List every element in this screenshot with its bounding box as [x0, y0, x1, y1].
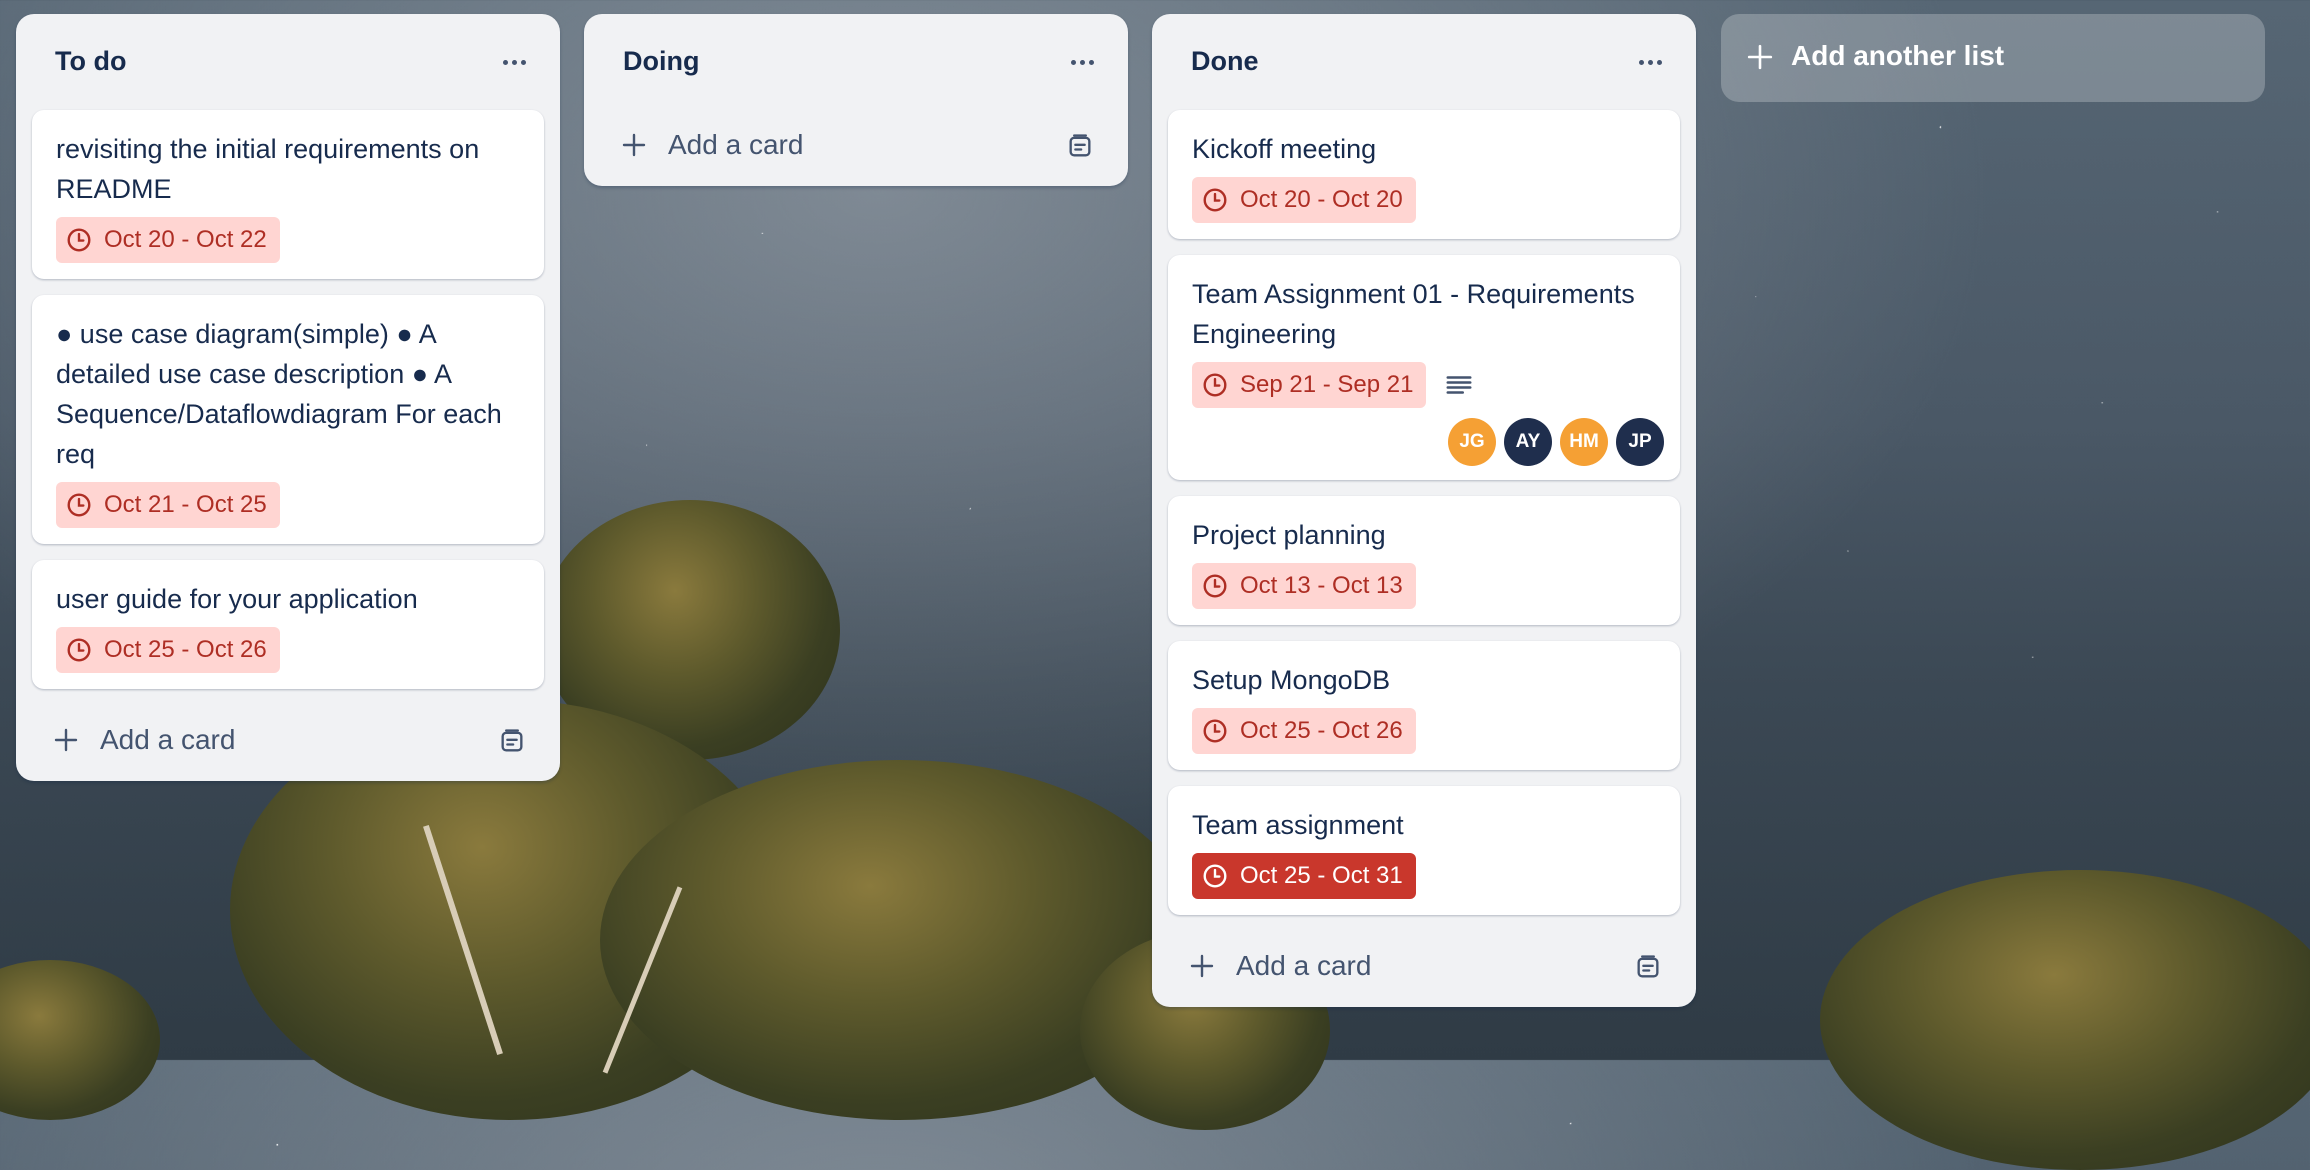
clock-icon: [1203, 373, 1227, 397]
list-header: Done: [1152, 14, 1696, 110]
card-list: Kickoff meeting Oct 20 - Oct 20 Team Ass…: [1152, 110, 1696, 915]
plus-icon: [1190, 954, 1214, 978]
more-horizontal-icon[interactable]: [1626, 44, 1674, 80]
due-date-badge[interactable]: Oct 20 - Oct 22: [56, 217, 280, 263]
add-list-button[interactable]: Add another list: [1721, 14, 2265, 102]
card-badges: Oct 25 - Oct 26: [56, 627, 520, 673]
list-title[interactable]: Done: [1191, 46, 1259, 77]
due-date-text: Sep 21 - Sep 21: [1240, 371, 1414, 398]
list-doing: Doing Add a card: [584, 14, 1128, 186]
due-date-text: Oct 21 - Oct 25: [104, 491, 267, 518]
card-title: user guide for your application: [56, 584, 418, 614]
list-done: Done Kickoff meeting Oct 20 - Oct 20 Tea…: [1152, 14, 1696, 1007]
add-card-button[interactable]: Add a card: [1156, 931, 1692, 1001]
card-badges: Oct 21 - Oct 25: [56, 482, 520, 528]
description-lines-icon: [1446, 376, 1472, 394]
card-template-icon[interactable]: [1066, 132, 1094, 160]
card[interactable]: user guide for your application Oct 25 -…: [32, 560, 544, 689]
clock-icon: [67, 228, 91, 252]
list-todo: To do revisiting the initial requirement…: [16, 14, 560, 781]
more-horizontal-icon[interactable]: [490, 44, 538, 80]
avatar-initials: JG: [1459, 431, 1485, 452]
due-date-badge[interactable]: Oct 25 - Oct 26: [56, 627, 280, 673]
card-title: Team Assignment 01 - Requirements Engine…: [1192, 279, 1635, 349]
plus-icon: [54, 728, 78, 752]
card-members: JG AY HM JP: [1192, 418, 1664, 466]
plus-icon: [622, 133, 646, 157]
due-date-text: Oct 25 - Oct 26: [104, 636, 267, 663]
card-title: revisiting the initial requirements on R…: [56, 134, 480, 204]
avatar[interactable]: JP: [1616, 418, 1664, 466]
clock-icon: [67, 493, 91, 517]
card-badges: Oct 20 - Oct 22: [56, 217, 520, 263]
add-card-label: Add a card: [668, 129, 804, 160]
card-title: Kickoff meeting: [1192, 134, 1377, 164]
due-date-text: Oct 20 - Oct 20: [1240, 186, 1403, 213]
due-date-badge[interactable]: Oct 20 - Oct 20: [1192, 177, 1416, 223]
card[interactable]: Setup MongoDB Oct 25 - Oct 26: [1168, 641, 1680, 770]
due-date-badge[interactable]: Sep 21 - Sep 21: [1192, 362, 1427, 408]
card-title: Team assignment: [1192, 810, 1404, 840]
due-date-badge[interactable]: Oct 25 - Oct 26: [1192, 708, 1416, 754]
card-title: Setup MongoDB: [1192, 665, 1391, 695]
card[interactable]: ● use case diagram(simple) ● A detailed …: [32, 295, 544, 544]
list-header: Doing: [584, 14, 1128, 110]
plus-icon: [1747, 44, 1773, 70]
card-badges: Oct 25 - Oct 31: [1192, 853, 1656, 899]
due-date-badge[interactable]: Oct 21 - Oct 25: [56, 482, 280, 528]
card[interactable]: Project planning Oct 13 - Oct 13: [1168, 496, 1680, 625]
card-template-icon[interactable]: [1634, 953, 1662, 981]
due-date-text: Oct 20 - Oct 22: [104, 226, 267, 253]
card-template-icon[interactable]: [498, 727, 526, 755]
card-title: ● use case diagram(simple) ● A detailed …: [56, 319, 502, 469]
clock-icon: [1203, 864, 1227, 888]
list-title[interactable]: To do: [55, 46, 126, 77]
more-horizontal-icon[interactable]: [1058, 44, 1106, 80]
due-date-text: Oct 25 - Oct 26: [1240, 717, 1403, 744]
avatar[interactable]: AY: [1504, 418, 1552, 466]
add-list-label: Add another list: [1791, 40, 2005, 71]
card[interactable]: Team assignment Oct 25 - Oct 31: [1168, 786, 1680, 915]
due-date-badge[interactable]: Oct 13 - Oct 13: [1192, 563, 1416, 609]
card[interactable]: Kickoff meeting Oct 20 - Oct 20: [1168, 110, 1680, 239]
due-date-text: Oct 25 - Oct 31: [1240, 862, 1403, 889]
clock-icon: [1203, 719, 1227, 743]
avatar[interactable]: HM: [1560, 418, 1608, 466]
clock-icon: [1203, 574, 1227, 598]
card[interactable]: Team Assignment 01 - Requirements Engine…: [1168, 255, 1680, 480]
add-card-label: Add a card: [1236, 950, 1372, 981]
card-list: revisiting the initial requirements on R…: [16, 110, 560, 689]
clock-icon: [1203, 188, 1227, 212]
avatar-initials: JP: [1628, 431, 1652, 452]
add-card-button[interactable]: Add a card: [588, 110, 1124, 180]
card-badges: Oct 13 - Oct 13: [1192, 563, 1656, 609]
card[interactable]: revisiting the initial requirements on R…: [32, 110, 544, 279]
list-header: To do: [16, 14, 560, 110]
list-title[interactable]: Doing: [623, 46, 699, 77]
due-date-badge[interactable]: Oct 25 - Oct 31: [1192, 853, 1416, 899]
add-card-label: Add a card: [100, 724, 236, 755]
card-title: Project planning: [1192, 520, 1386, 550]
avatar-initials: HM: [1569, 431, 1599, 452]
add-card-button[interactable]: Add a card: [20, 705, 556, 775]
board: To do revisiting the initial requirement…: [0, 0, 2310, 1060]
card-badges: Sep 21 - Sep 21: [1192, 362, 1656, 408]
clock-icon: [67, 638, 91, 662]
avatar[interactable]: JG: [1448, 418, 1496, 466]
card-badges: Oct 20 - Oct 20: [1192, 177, 1656, 223]
card-badges: Oct 25 - Oct 26: [1192, 708, 1656, 754]
due-date-text: Oct 13 - Oct 13: [1240, 572, 1403, 599]
avatar-initials: AY: [1515, 431, 1541, 452]
